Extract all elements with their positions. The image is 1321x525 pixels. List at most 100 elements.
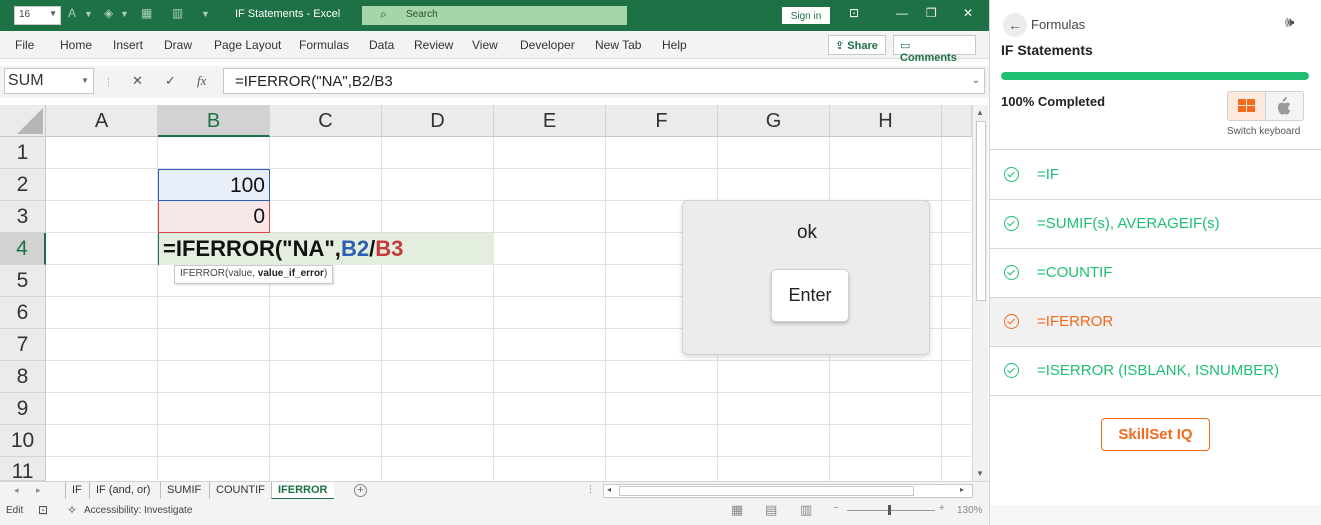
- sheet-tab-sumif[interactable]: SUMIF: [160, 482, 207, 500]
- column-header-i[interactable]: [942, 105, 972, 137]
- scroll-up-icon[interactable]: ▲: [976, 108, 984, 117]
- breadcrumb[interactable]: Formulas: [1031, 17, 1085, 32]
- chevron-down-icon[interactable]: ▼: [84, 9, 93, 19]
- tab-data[interactable]: Data: [369, 38, 394, 52]
- page-layout-view-icon[interactable]: ▤: [765, 502, 777, 518]
- ribbon-display-icon[interactable]: ⊡: [849, 6, 859, 20]
- sheet-tab-if[interactable]: IF: [65, 482, 88, 500]
- row-header-8[interactable]: 8: [0, 361, 46, 393]
- tab-help[interactable]: Help: [662, 38, 687, 52]
- minimize-icon[interactable]: —: [896, 6, 908, 20]
- column-header-c[interactable]: C: [270, 105, 382, 137]
- customize-toolbar-icon[interactable]: ▼: [201, 9, 210, 19]
- normal-view-icon[interactable]: ▦: [731, 502, 743, 518]
- zoom-out-icon[interactable]: −: [833, 503, 839, 514]
- share-button[interactable]: ⇪ Share: [828, 35, 886, 55]
- font-color-icon[interactable]: A: [68, 6, 76, 20]
- page-break-view-icon[interactable]: ▥: [800, 502, 812, 518]
- vertical-scrollbar[interactable]: ▲ ▼: [972, 105, 988, 481]
- zoom-level[interactable]: 130%: [957, 505, 983, 516]
- column-header-b[interactable]: B: [158, 105, 270, 137]
- accessibility-icon[interactable]: ✧: [67, 503, 77, 517]
- add-sheet-icon[interactable]: +: [354, 484, 367, 497]
- sheet-tab-iferror[interactable]: IFERROR: [271, 482, 334, 500]
- row-header-11[interactable]: 11: [0, 457, 46, 481]
- font-size-select[interactable]: 16 ▼: [14, 6, 61, 25]
- enter-formula-icon[interactable]: ✓: [165, 73, 176, 89]
- tab-view[interactable]: View: [472, 38, 498, 52]
- column-header-d[interactable]: D: [382, 105, 494, 137]
- row-header-7[interactable]: 7: [0, 329, 46, 361]
- expand-formula-icon[interactable]: ⌄: [972, 75, 980, 86]
- name-box[interactable]: SUM ▼: [4, 68, 94, 94]
- scrollbar-thumb[interactable]: [976, 121, 986, 301]
- insert-function-icon[interactable]: fx: [197, 73, 206, 89]
- lesson-item-active[interactable]: =IFERROR: [990, 298, 1321, 347]
- formula-input[interactable]: =IFERROR("NA",B2/B3 ⌄: [223, 68, 985, 94]
- row-header-5[interactable]: 5: [0, 265, 46, 297]
- prev-sheet-icon[interactable]: ◂: [14, 485, 19, 496]
- mac-keyboard-option[interactable]: [1266, 92, 1303, 120]
- tab-formulas[interactable]: Formulas: [299, 38, 349, 52]
- tab-developer[interactable]: Developer: [520, 38, 575, 52]
- back-arrow-icon[interactable]: ←: [1003, 13, 1027, 37]
- borders-icon[interactable]: ▦: [141, 6, 152, 20]
- horizontal-scrollbar[interactable]: ◂ ▸: [603, 484, 973, 498]
- search-box[interactable]: ⌕ Search: [362, 6, 627, 25]
- accessibility-status[interactable]: Accessibility: Investigate: [84, 505, 192, 516]
- scroll-left-icon[interactable]: ◂: [607, 485, 611, 494]
- zoom-slider-knob[interactable]: [888, 505, 891, 515]
- zoom-in-icon[interactable]: +: [939, 503, 945, 514]
- row-header-2[interactable]: 2: [0, 169, 46, 201]
- speaker-icon[interactable]: 🕪: [1285, 14, 1294, 31]
- sheet-tab-countif[interactable]: COUNTIF: [209, 482, 271, 500]
- lesson-item[interactable]: =SUMIF(s), AVERAGEIF(s): [990, 200, 1321, 249]
- row-header-10[interactable]: 10: [0, 425, 46, 457]
- lesson-item[interactable]: =IF: [990, 151, 1321, 200]
- row-header-1[interactable]: 1: [0, 137, 46, 169]
- tab-review[interactable]: Review: [414, 38, 453, 52]
- row-header-4[interactable]: 4: [0, 233, 46, 265]
- sheet-tab-if-and-or[interactable]: IF (and, or): [89, 482, 156, 500]
- scroll-down-icon[interactable]: ▼: [976, 469, 984, 478]
- row-header-6[interactable]: 6: [0, 297, 46, 329]
- tab-page-layout[interactable]: Page Layout: [214, 38, 281, 52]
- tab-draw[interactable]: Draw: [164, 38, 192, 52]
- lesson-item[interactable]: =ISERROR (ISBLANK, ISNUMBER): [990, 347, 1321, 396]
- cell-b2[interactable]: 100: [158, 169, 270, 201]
- chevron-down-icon[interactable]: ▼: [120, 9, 129, 19]
- scroll-right-icon[interactable]: ▸: [960, 485, 964, 494]
- row-header-9[interactable]: 9: [0, 393, 46, 425]
- column-header-g[interactable]: G: [718, 105, 830, 137]
- column-header-e[interactable]: E: [494, 105, 606, 137]
- tab-new-tab[interactable]: New Tab: [595, 38, 641, 52]
- more-options-icon[interactable]: ⋮: [104, 77, 113, 88]
- keyboard-switch[interactable]: [1227, 91, 1304, 121]
- windows-keyboard-option[interactable]: [1228, 92, 1266, 120]
- cell-b4-editing[interactable]: =IFERROR("NA",B2/B3: [158, 233, 494, 265]
- cancel-formula-icon[interactable]: ✕: [132, 73, 143, 89]
- tab-insert[interactable]: Insert: [113, 38, 143, 52]
- lesson-item[interactable]: =COUNTIF: [990, 249, 1321, 298]
- select-all-corner[interactable]: [0, 105, 46, 137]
- next-sheet-icon[interactable]: ▸: [36, 485, 41, 496]
- skillset-iq-button[interactable]: SkillSet IQ: [1101, 418, 1210, 451]
- sign-in-button[interactable]: Sign in: [782, 7, 830, 24]
- enter-button[interactable]: Enter: [771, 269, 849, 322]
- macro-record-icon[interactable]: ⊡: [38, 503, 48, 517]
- comments-button[interactable]: ▭ Comments: [893, 35, 976, 64]
- horizontal-scroll-thumb[interactable]: [619, 486, 914, 496]
- close-icon[interactable]: ✕: [963, 6, 973, 20]
- tab-home[interactable]: Home: [60, 38, 92, 52]
- column-header-h[interactable]: H: [830, 105, 942, 137]
- row-header-3[interactable]: 3: [0, 201, 46, 233]
- tab-split-handle-icon[interactable]: ⋮: [586, 484, 595, 495]
- zoom-slider-track[interactable]: [847, 510, 935, 511]
- cell-b3[interactable]: 0: [158, 201, 270, 233]
- tab-file[interactable]: File: [15, 38, 34, 52]
- border-style-icon[interactable]: ▥: [172, 6, 183, 20]
- fill-color-icon[interactable]: ◈: [104, 6, 113, 20]
- column-header-a[interactable]: A: [46, 105, 158, 137]
- restore-icon[interactable]: ❐: [926, 6, 937, 20]
- column-header-f[interactable]: F: [606, 105, 718, 137]
